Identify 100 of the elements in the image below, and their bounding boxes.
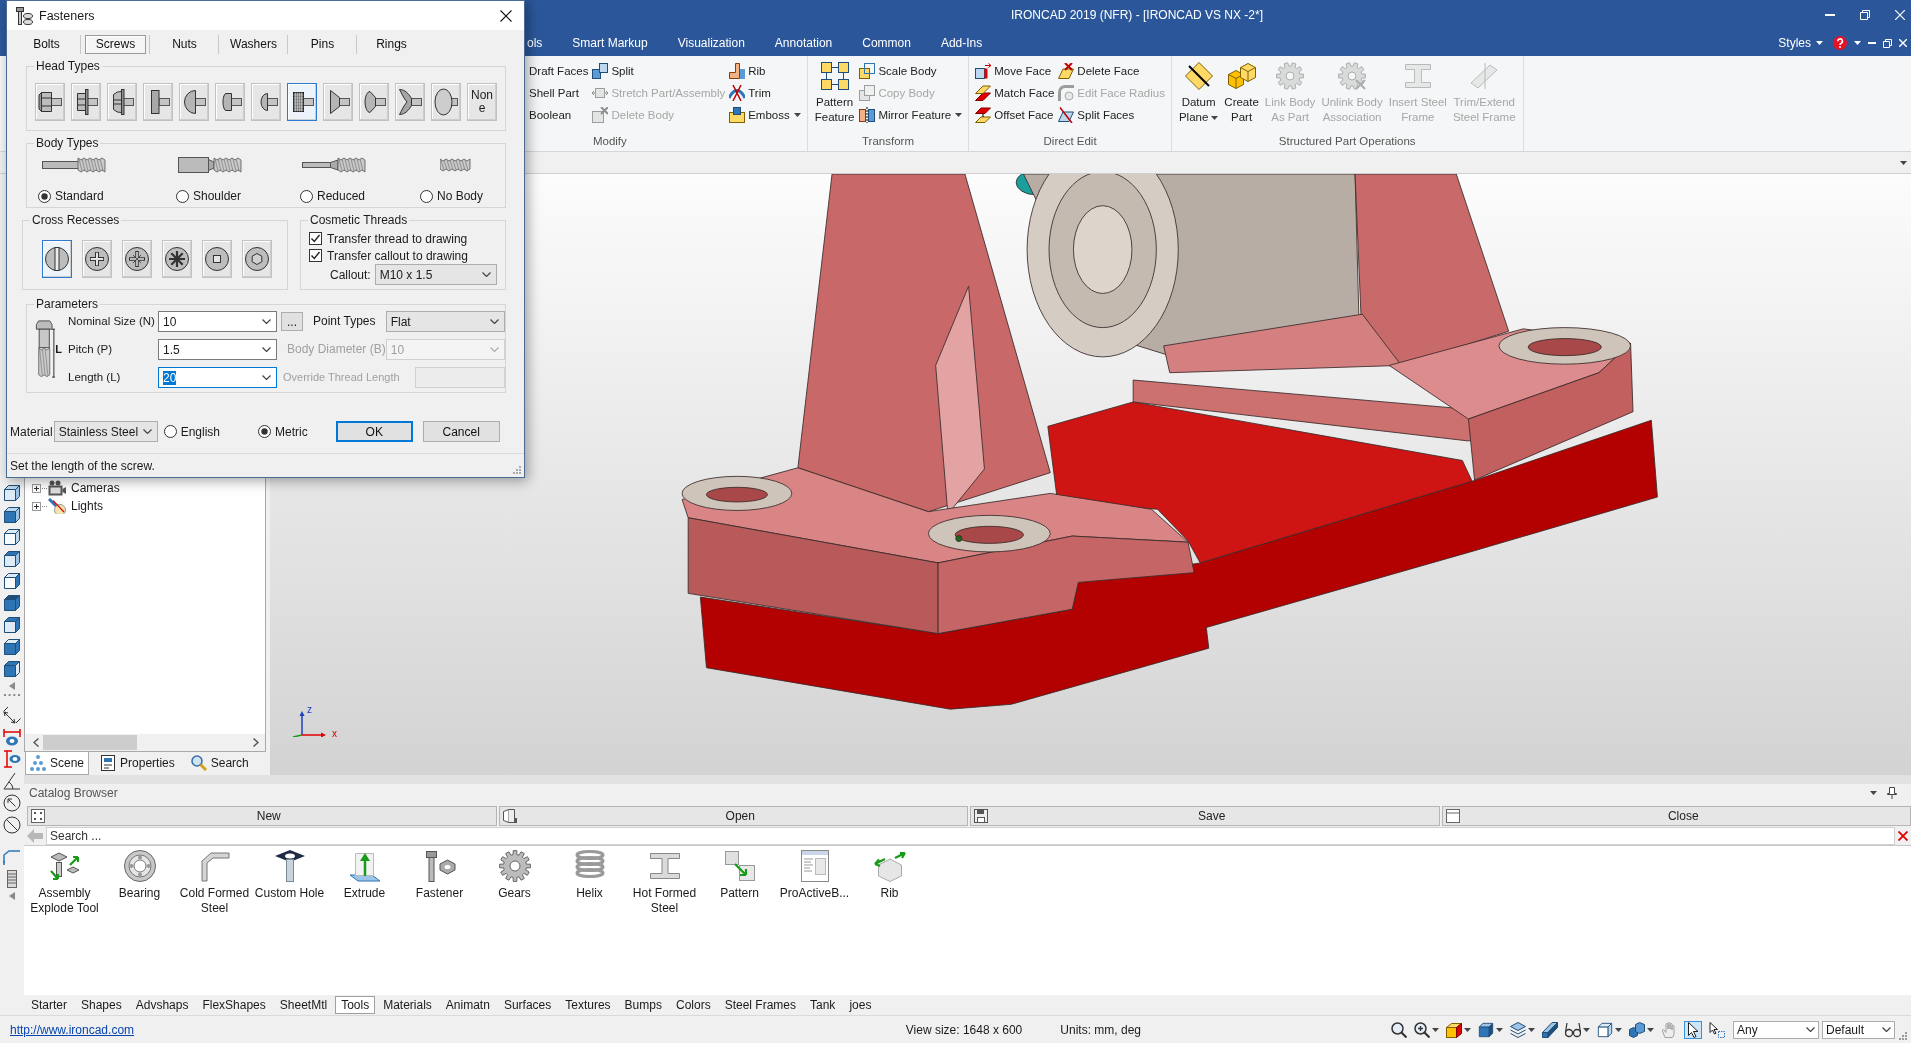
- head-type-button[interactable]: [359, 83, 389, 121]
- catalog-tab[interactable]: Advshaps: [129, 996, 195, 1014]
- catalog-tab[interactable]: Starter: [25, 996, 73, 1014]
- radio-label[interactable]: Shoulder: [193, 189, 242, 203]
- menu-tab[interactable]: Visualization: [662, 33, 760, 53]
- ribbon-button[interactable]: Offset Face: [973, 104, 1057, 126]
- cube-icon[interactable]: [3, 550, 21, 568]
- close-icon[interactable]: [500, 9, 512, 22]
- dialog-button[interactable]: OK: [335, 421, 413, 442]
- catalog-item[interactable]: Fastener: [402, 850, 477, 901]
- menu-tab[interactable]: Common: [847, 33, 926, 53]
- catalog-item[interactable]: Hot Formed Steel: [627, 850, 702, 916]
- panel-tab[interactable]: Scene: [25, 752, 90, 775]
- catalog-tab[interactable]: Bumps: [618, 996, 668, 1014]
- caret-icon[interactable]: [1615, 1027, 1622, 1032]
- cube-icon[interactable]: [3, 484, 21, 502]
- toolbar-button[interactable]: Close: [1441, 806, 1911, 826]
- menu-tab[interactable]: Annotation: [759, 33, 848, 53]
- tree-item[interactable]: Cameras: [71, 481, 120, 495]
- caret-icon[interactable]: [793, 113, 801, 117]
- catalog-item[interactable]: Bearing: [102, 850, 177, 901]
- horizontal-scrollbar[interactable]: [25, 734, 265, 751]
- catalog-tab[interactable]: Steel Frames: [718, 996, 802, 1014]
- leader-arrow-icon[interactable]: [3, 848, 21, 866]
- cube-icon[interactable]: [1478, 1021, 1494, 1038]
- catalog-item[interactable]: Gears: [477, 850, 552, 901]
- radio-button[interactable]: [300, 189, 313, 203]
- catalog-tab[interactable]: Textures: [559, 996, 617, 1014]
- tab[interactable]: Washers: [223, 34, 284, 54]
- ribbon-button[interactable]: Move Face: [973, 60, 1057, 82]
- caret-icon[interactable]: [1647, 1027, 1654, 1032]
- caret-icon[interactable]: [1464, 1027, 1471, 1032]
- catalog-item[interactable]: Rib: [852, 850, 927, 901]
- glasses-icon[interactable]: [1565, 1021, 1581, 1038]
- catalog-tab[interactable]: joes: [843, 996, 878, 1014]
- caret-icon[interactable]: [1432, 1027, 1439, 1032]
- head-type-button[interactable]: [179, 83, 209, 121]
- head-type-button[interactable]: [431, 83, 461, 121]
- catalog-item[interactable]: Helix: [552, 850, 627, 901]
- radio-label[interactable]: Metric: [275, 424, 308, 439]
- ribbon-button[interactable]: Emboss: [727, 104, 803, 126]
- head-type-button[interactable]: [395, 83, 425, 121]
- cube-icon[interactable]: [3, 660, 21, 678]
- head-type-button[interactable]: [323, 83, 353, 121]
- radio-button[interactable]: [163, 425, 177, 438]
- ribbon-button[interactable]: Create Part: [1221, 60, 1262, 125]
- dropdown-field[interactable]: Stainless Steel: [53, 421, 158, 442]
- vertical-dimension-icon[interactable]: [3, 750, 21, 768]
- dimension-icon[interactable]: [3, 706, 21, 724]
- menu-tab[interactable]: Add-Ins: [925, 33, 998, 53]
- chevron-down-icon[interactable]: [262, 375, 271, 380]
- scroll-right-icon[interactable]: [253, 738, 259, 747]
- catalog-tab[interactable]: Surfaces: [497, 996, 558, 1014]
- head-type-button[interactable]: [71, 83, 101, 121]
- head-type-button[interactable]: [143, 83, 173, 121]
- catalog-tab[interactable]: SheetMtl: [273, 996, 334, 1014]
- dialog-button[interactable]: Cancel: [422, 421, 500, 442]
- catalog-tab[interactable]: Colors: [669, 996, 717, 1014]
- tab[interactable]: Screws: [85, 34, 146, 54]
- catalog-tab[interactable]: FlexShapes: [196, 996, 272, 1014]
- cube-icon[interactable]: [3, 528, 21, 546]
- radio-label[interactable]: Standard: [55, 189, 104, 203]
- caret-icon[interactable]: [1816, 41, 1823, 45]
- checkbox[interactable]: [309, 232, 322, 245]
- resize-grip-icon[interactable]: [513, 466, 521, 474]
- horizontal-dimension-icon[interactable]: [3, 728, 21, 746]
- restore-icon[interactable]: [1860, 10, 1870, 20]
- checkbox[interactable]: [309, 249, 322, 262]
- ribbon-button[interactable]: Delete Face: [1056, 60, 1167, 82]
- tab[interactable]: Rings: [361, 34, 422, 54]
- cube-icon[interactable]: [3, 506, 21, 524]
- expand-icon[interactable]: [32, 501, 41, 511]
- chevron-down-icon[interactable]: [489, 319, 499, 324]
- panel-tab[interactable]: Properties: [95, 752, 180, 775]
- recess-button[interactable]: [202, 240, 232, 278]
- toolbar-button[interactable]: New: [27, 806, 497, 826]
- chevron-down-icon[interactable]: [262, 319, 271, 324]
- catalog-item[interactable]: Extrude: [327, 850, 402, 901]
- radio-button[interactable]: [38, 189, 51, 203]
- radio-label[interactable]: No Body: [437, 189, 484, 203]
- recess-button[interactable]: [42, 240, 72, 278]
- caret-icon[interactable]: [1211, 115, 1219, 120]
- tab[interactable]: Nuts: [154, 34, 215, 54]
- recess-button[interactable]: [162, 240, 192, 278]
- head-type-button[interactable]: [35, 83, 65, 121]
- radio-label[interactable]: English: [180, 424, 221, 439]
- restore-icon[interactable]: [1883, 38, 1892, 48]
- caret-icon[interactable]: [1496, 1027, 1503, 1032]
- catalog-tab[interactable]: Shapes: [75, 996, 128, 1014]
- website-link[interactable]: http://www.ironcad.com: [10, 1022, 135, 1037]
- cube-icon[interactable]: [3, 594, 21, 612]
- caret-icon[interactable]: [1870, 791, 1877, 795]
- chevron-down-icon[interactable]: [482, 272, 491, 277]
- chevron-down-icon[interactable]: [1806, 1027, 1815, 1032]
- radio-button[interactable]: [258, 425, 272, 438]
- pin-icon[interactable]: [1887, 787, 1897, 799]
- catalog-item[interactable]: Assembly Explode Tool: [27, 850, 102, 916]
- stacked-planes-icon[interactable]: [1510, 1021, 1526, 1038]
- cursor-box-icon[interactable]: [1709, 1021, 1725, 1038]
- cube-icon[interactable]: [3, 638, 21, 656]
